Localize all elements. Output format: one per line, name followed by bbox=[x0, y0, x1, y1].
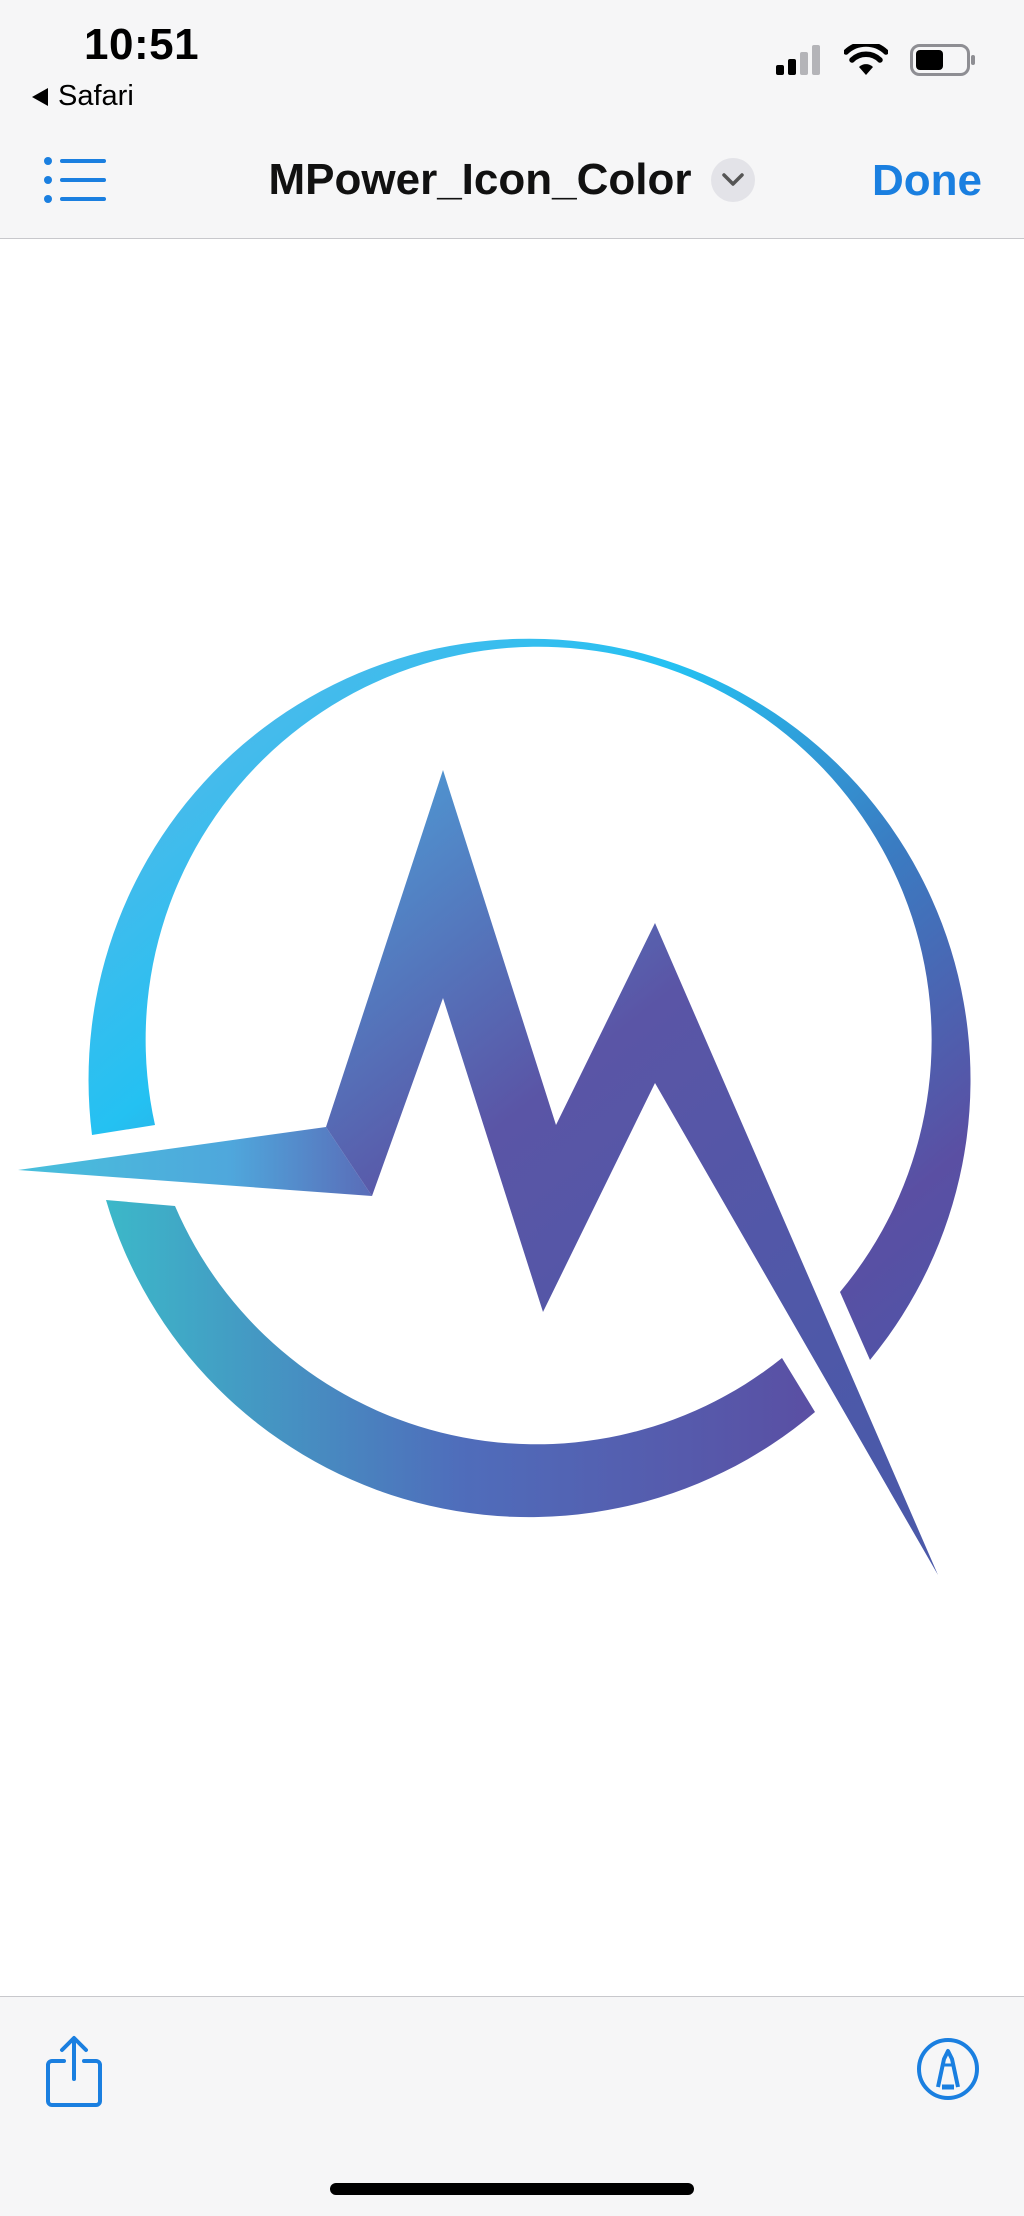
top-chrome: 10:51 Safari MPower_Icon_Color Done bbox=[0, 0, 1024, 239]
markup-icon bbox=[917, 2038, 979, 2100]
mpower-logo-image bbox=[18, 638, 971, 1575]
title-area: MPower_Icon_Color bbox=[0, 140, 1024, 220]
status-time: 10:51 bbox=[84, 20, 200, 69]
back-app-label: Safari bbox=[58, 80, 134, 112]
wifi-icon bbox=[844, 44, 888, 75]
status-icons bbox=[776, 44, 976, 76]
quick-look-screen: 10:51 Safari MPower_Icon_Color Done bbox=[0, 0, 1024, 2216]
home-indicator[interactable] bbox=[330, 2183, 694, 2195]
nav-bar: MPower_Icon_Color Done bbox=[0, 140, 1024, 220]
title-menu-button[interactable] bbox=[711, 158, 756, 202]
markup-button[interactable] bbox=[916, 2037, 980, 2101]
document-title[interactable]: MPower_Icon_Color bbox=[269, 155, 692, 205]
back-to-safari-button[interactable]: Safari bbox=[32, 80, 134, 113]
share-icon bbox=[46, 2036, 102, 2107]
document-viewer[interactable] bbox=[0, 240, 1024, 1996]
back-triangle-icon bbox=[32, 87, 48, 106]
bottom-toolbar bbox=[0, 1996, 1024, 2216]
signal-icon bbox=[776, 45, 820, 75]
battery-icon bbox=[910, 44, 975, 76]
chevron-down-icon bbox=[722, 173, 745, 186]
done-button[interactable]: Done bbox=[872, 156, 982, 206]
share-button[interactable] bbox=[44, 2035, 104, 2107]
